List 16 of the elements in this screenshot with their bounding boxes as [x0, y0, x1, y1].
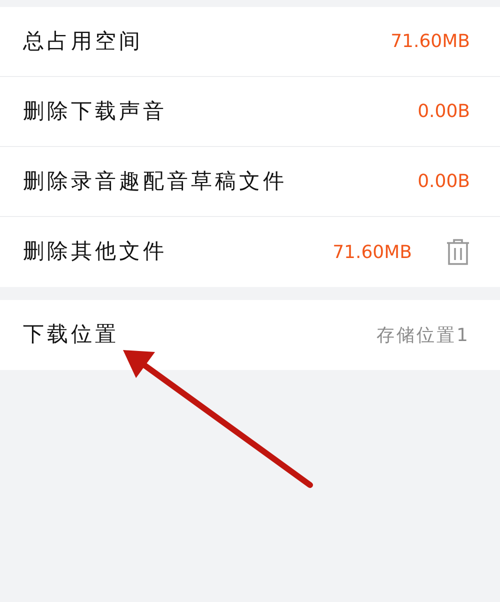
row-label: 删除其他文件 — [23, 238, 167, 266]
settings-row[interactable]: 删除录音趣配音草稿文件 0.00B — [0, 147, 500, 217]
settings-row[interactable]: 总占用空间 71.60MB — [0, 7, 500, 77]
settings-row[interactable]: 删除其他文件 71.60MB — [0, 217, 500, 287]
settings-row[interactable]: 下载位置 存储位置1 — [0, 300, 500, 370]
size-value: 71.60MB — [390, 30, 470, 54]
size-value: 0.00B — [418, 100, 470, 124]
row-label: 删除下载声音 — [23, 98, 167, 125]
row-label: 删除录音趣配音草稿文件 — [23, 168, 287, 195]
row-label: 下载位置 — [23, 321, 119, 348]
row-value: 存储位置1 — [376, 324, 470, 348]
trash-icon[interactable] — [446, 238, 470, 266]
size-value: 71.60MB — [332, 240, 412, 264]
row-label: 总占用空间 — [23, 28, 143, 55]
size-value: 0.00B — [418, 170, 470, 194]
settings-row[interactable]: 删除下载声音 0.00B — [0, 77, 500, 147]
